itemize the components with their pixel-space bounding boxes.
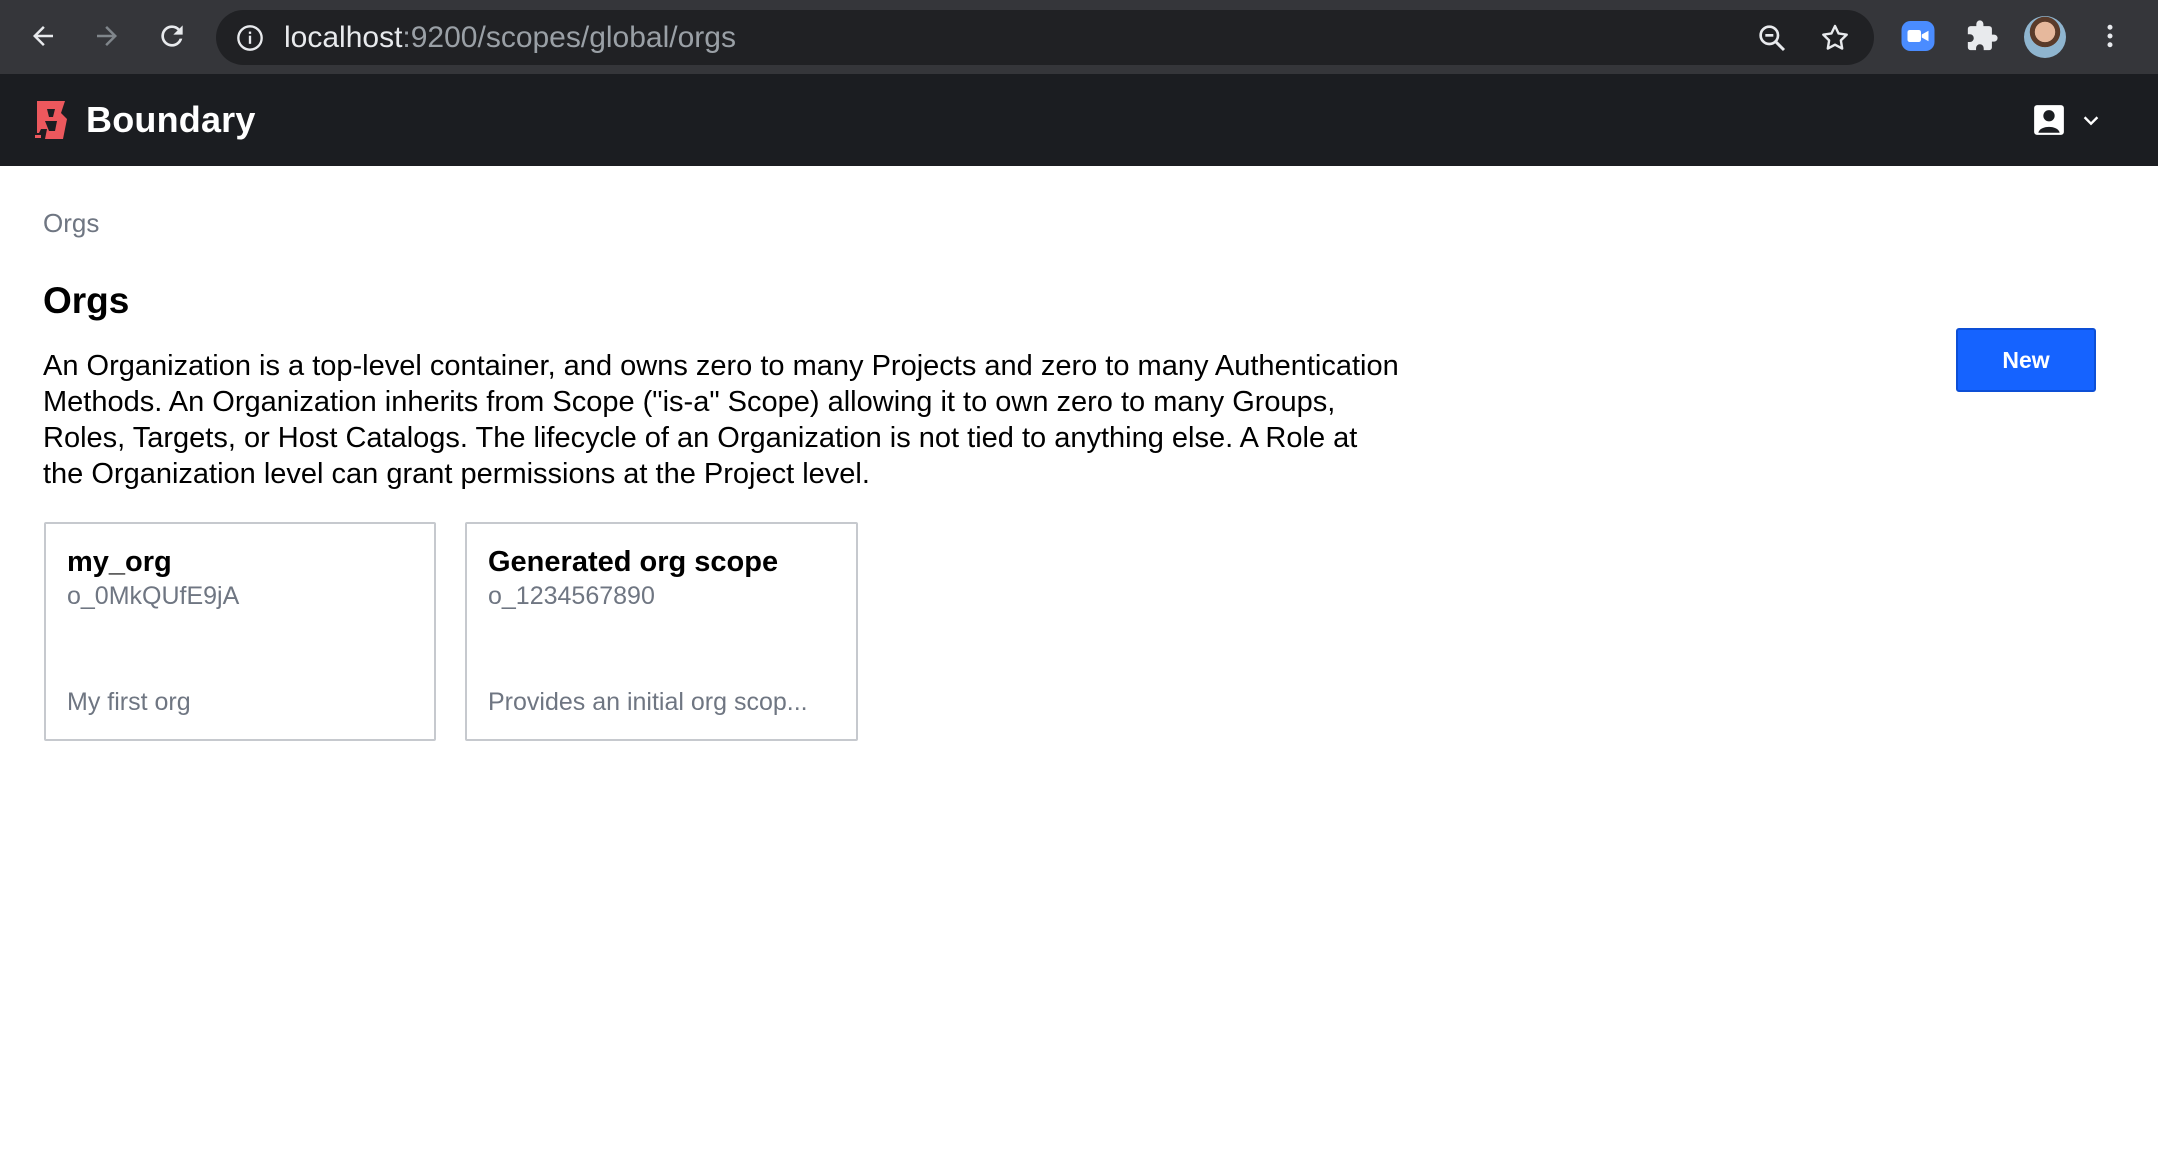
url-host: localhost [284,21,403,54]
url-path: :9200/scopes/global/orgs [402,21,736,54]
puzzle-icon[interactable] [1962,16,2002,56]
app-header: Boundary [0,74,2158,166]
chevron-down-icon [2083,116,2099,126]
profile-avatar[interactable] [2024,16,2066,58]
boundary-logo-icon[interactable] [35,99,69,141]
org-card-description: My first org [67,688,191,716]
org-card-name: my_org [67,546,172,578]
page-title: Orgs [43,280,130,321]
org-card-id: o_0MkQUfE9jA [67,582,240,610]
zoom-extension-icon[interactable] [1898,16,1938,56]
back-arrow-icon[interactable] [20,13,66,59]
org-card[interactable]: Generated org scope o_1234567890 Provide… [465,522,858,741]
brand-name[interactable]: Boundary [86,74,256,166]
kebab-menu-icon[interactable] [2090,16,2130,56]
star-icon[interactable] [1819,22,1851,54]
zoom-icon[interactable] [1756,22,1788,54]
browser-toolbar: localhost:9200/scopes/global/orgs [0,0,2158,74]
breadcrumb[interactable]: Orgs [43,208,99,239]
page-description: An Organization is a top-level container… [43,350,1399,490]
forward-arrow-icon[interactable] [84,13,130,59]
new-org-button[interactable]: New [1956,328,2096,392]
user-menu[interactable] [2032,100,2110,140]
address-bar[interactable]: localhost:9200/scopes/global/orgs [216,10,1874,65]
info-icon[interactable] [236,24,264,52]
reload-icon[interactable] [149,13,195,59]
org-card[interactable]: my_org o_0MkQUfE9jA My first org [44,522,436,741]
url-text[interactable]: localhost:9200/scopes/global/orgs [284,10,736,65]
org-card-description: Provides an initial org scop... [488,688,808,716]
org-card-id: o_1234567890 [488,582,655,610]
org-card-name: Generated org scope [488,546,779,578]
user-account-icon [2034,105,2064,135]
